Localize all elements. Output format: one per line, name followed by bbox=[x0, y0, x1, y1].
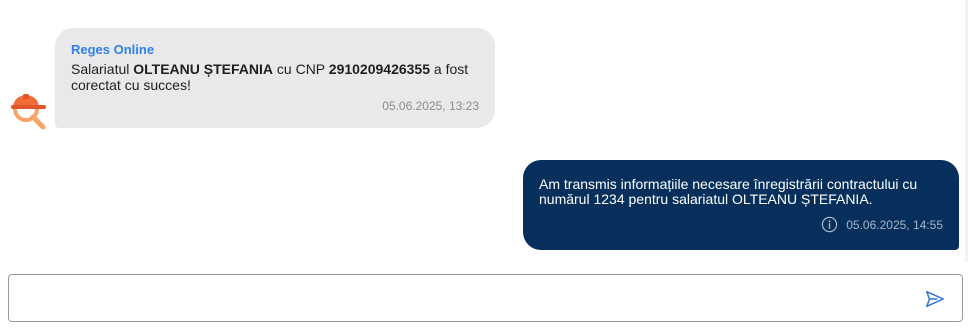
bot-avatar-icon bbox=[11, 94, 46, 130]
outgoing-message-meta: 05.06.2025, 14:55 bbox=[821, 216, 943, 233]
chat-message-list[interactable]: Reges Online Salariatul OLTEANU ȘTEFANIA… bbox=[0, 0, 968, 262]
info-icon[interactable] bbox=[821, 216, 838, 233]
employee-name: OLTEANU ȘTEFANIA bbox=[133, 61, 274, 77]
employee-cnp: 2910209426355 bbox=[328, 61, 431, 77]
message-composer bbox=[8, 274, 963, 322]
incoming-message-text: Salariatul OLTEANU ȘTEFANIA cu CNP 29102… bbox=[71, 61, 479, 93]
incoming-message-bubble: Reges Online Salariatul OLTEANU ȘTEFANIA… bbox=[55, 28, 495, 128]
message-text-part: Salariatul bbox=[71, 61, 134, 77]
incoming-message-timestamp: 05.06.2025, 13:23 bbox=[382, 99, 479, 113]
message-sender: Reges Online bbox=[71, 42, 155, 57]
message-text-part: cu CNP bbox=[273, 61, 329, 77]
send-icon[interactable] bbox=[924, 288, 946, 310]
outgoing-message-timestamp: 05.06.2025, 14:55 bbox=[846, 217, 943, 232]
outgoing-message-bubble: Am transmis informațiile necesare înregi… bbox=[523, 160, 959, 250]
outgoing-message-text: Am transmis informațiile necesare înregi… bbox=[539, 176, 918, 207]
message-input[interactable] bbox=[19, 283, 899, 313]
